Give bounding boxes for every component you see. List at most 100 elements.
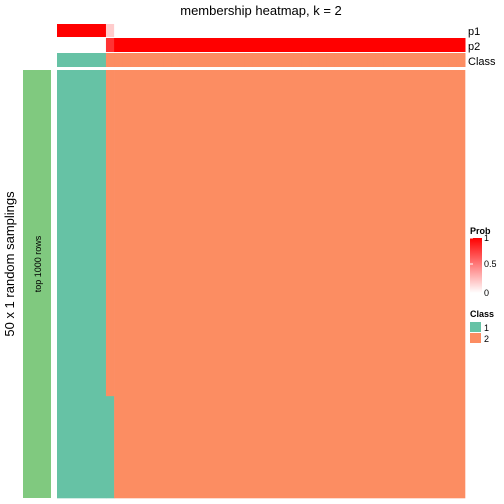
class-legend: Class 12 — [470, 309, 494, 344]
annotation-cell-class — [122, 53, 131, 67]
annotation-cell-p2 — [326, 38, 335, 52]
annotation-cell-p2 — [163, 38, 172, 52]
annotation-label-p1: p1 — [468, 26, 480, 38]
annotation-cell-p2 — [424, 38, 433, 52]
annotation-cell-class — [383, 53, 393, 67]
annotation-cell-class — [220, 53, 229, 67]
annotation-cell-p1 — [407, 24, 417, 37]
annotation-cell-p1 — [293, 24, 303, 37]
annotation-cell-p2 — [383, 38, 393, 52]
annotation-cell-class — [391, 53, 401, 67]
annotation-cell-p1 — [424, 24, 433, 37]
annotation-cell-p2 — [81, 38, 91, 52]
annotation-cell-class — [179, 53, 189, 67]
annotation-cell-p2 — [65, 38, 74, 52]
annotation-cell-class — [65, 53, 74, 67]
annotation-cell-class — [114, 53, 123, 67]
annotation-cell-p2 — [334, 38, 344, 52]
annotation-cell-p1 — [309, 24, 319, 37]
row-group-label: top 1000 rows — [33, 235, 43, 292]
annotation-cell-p2 — [285, 38, 295, 52]
annotation-cell-p1 — [236, 24, 246, 37]
annotation-cell-p1 — [358, 24, 368, 37]
annotation-cell-p1 — [114, 24, 123, 37]
annotation-cell-p2 — [146, 38, 156, 52]
annotation-cell-p1 — [440, 24, 450, 37]
annotation-cell-p2 — [342, 38, 352, 52]
annotation-cell-p1 — [383, 24, 393, 37]
annotation-cell-class — [309, 53, 319, 67]
annotation-cell-class — [456, 53, 466, 67]
annotation-cell-p2 — [122, 38, 131, 52]
annotation-cell-p1 — [277, 24, 286, 37]
annotation-cell-p1 — [342, 24, 352, 37]
annotation-cell-p1 — [448, 24, 458, 37]
annotation-cell-p1 — [138, 24, 148, 37]
annotation-cell-p1 — [163, 24, 172, 37]
class-legend-swatch — [470, 333, 481, 343]
annotation-cell-class — [154, 53, 164, 67]
annotation-cell-p1 — [105, 24, 115, 37]
annotation-cell-class — [326, 53, 335, 67]
annotation-cell-p1 — [261, 24, 270, 37]
prob-legend: Prob10.50 — [470, 226, 497, 298]
annotation-cell-p1 — [195, 24, 205, 37]
heatmap-body — [57, 70, 466, 499]
annotation-cell-p2 — [187, 38, 197, 52]
annotation-cell-p2 — [220, 38, 229, 52]
annotation-cell-class — [236, 53, 246, 67]
annotation-cell-class — [203, 53, 213, 67]
annotation-cell-p2 — [293, 38, 303, 52]
annotation-cell-class — [367, 53, 376, 67]
annotation-cell-p1 — [252, 24, 262, 37]
membership-block — [105, 396, 115, 499]
annotation-cell-p1 — [179, 24, 189, 37]
annotation-cell-p2 — [440, 38, 450, 52]
prob-tick-label: 0.5 — [484, 259, 497, 269]
membership-block — [105, 70, 115, 397]
annotation-cell-class — [73, 53, 82, 67]
annotation-cell-class — [407, 53, 417, 67]
class-legend-label: 1 — [484, 323, 489, 333]
annotation-cell-p1 — [81, 24, 91, 37]
membership-heatmap: p1 p2 Class top 1000 rows 50 x 1 random sa… — [2, 24, 497, 499]
annotation-cell-p2 — [212, 38, 221, 52]
annotation-cell-p2 — [416, 38, 425, 52]
annotation-cell-p2 — [261, 38, 270, 52]
annotation-cell-p2 — [179, 38, 189, 52]
annotation-cell-p2 — [269, 38, 278, 52]
y-axis-label: 50 x 1 random samplings — [2, 191, 17, 337]
annotation-cell-class — [416, 53, 425, 67]
annotation-cell-class — [318, 53, 327, 67]
annotation-cell-p2 — [130, 38, 140, 52]
annotation-cell-class — [195, 53, 205, 67]
annotation-cell-p2 — [114, 38, 123, 52]
annotation-cell-p1 — [326, 24, 335, 37]
annotation-cell-class — [261, 53, 270, 67]
annotation-cell-class — [163, 53, 172, 67]
annotation-cell-p1 — [130, 24, 140, 37]
annotation-cell-p1 — [375, 24, 384, 37]
class-legend-title: Class — [470, 309, 494, 319]
annotation-cell-class — [432, 53, 442, 67]
class-legend-swatch — [470, 322, 481, 332]
annotation-cell-p1 — [367, 24, 376, 37]
annotation-cell-p2 — [301, 38, 311, 52]
annotation-cell-p1 — [57, 24, 66, 37]
annotation-cell-p1 — [65, 24, 74, 37]
membership-block — [57, 70, 107, 499]
annotation-cell-p2 — [448, 38, 458, 52]
annotation-cell-class — [424, 53, 433, 67]
class-legend-label: 2 — [484, 334, 489, 344]
annotation-cell-p2 — [89, 38, 99, 52]
annotation-cell-p2 — [318, 38, 327, 52]
annotation-cell-class — [285, 53, 295, 67]
annotation-cell-class — [350, 53, 360, 67]
annotation-cell-p1 — [171, 24, 180, 37]
annotation-cell-p1 — [416, 24, 425, 37]
annotation-cell-class — [138, 53, 148, 67]
annotation-labels: p1 p2 Class — [468, 26, 496, 68]
annotation-cell-p1 — [212, 24, 221, 37]
annotation-cell-p1 — [399, 24, 409, 37]
annotation-cell-p2 — [73, 38, 82, 52]
